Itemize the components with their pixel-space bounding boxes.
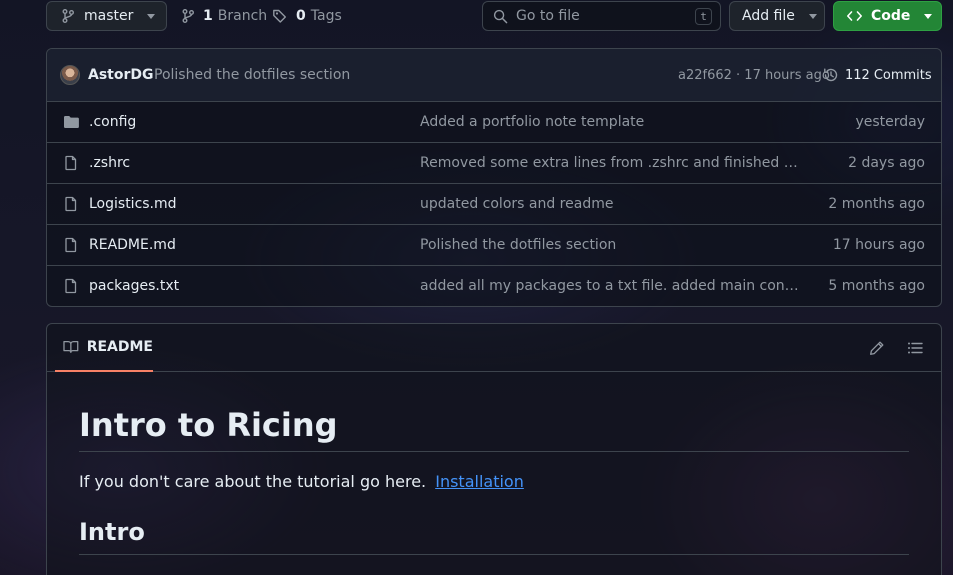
pencil-icon[interactable] xyxy=(869,340,885,356)
list-unordered-icon[interactable] xyxy=(907,340,923,356)
commits-label: Commits xyxy=(873,67,932,83)
chevron-down-icon xyxy=(808,13,817,19)
branch-selector-button[interactable]: master xyxy=(46,1,167,31)
file-commit-date: 2 days ago xyxy=(848,155,925,171)
readme-heading: Intro to Ricing xyxy=(79,405,909,452)
code-icon xyxy=(847,11,862,21)
readme-paragraph: If you don't care about the tutorial go … xyxy=(79,470,909,494)
file-icon xyxy=(65,237,77,253)
go-to-file-input[interactable]: Go to file t xyxy=(482,1,721,31)
branch-name: master xyxy=(84,8,134,24)
latest-commit-bar: AstorDG Polished the dotfiles section a2… xyxy=(47,49,941,102)
folder-icon xyxy=(64,116,79,128)
file-commit-message[interactable]: added all my packages to a txt file. add… xyxy=(420,278,805,294)
file-commit-date: 5 months ago xyxy=(828,278,925,294)
file-listing: AstorDG Polished the dotfiles section a2… xyxy=(46,48,942,307)
readme-paragraph-text: If you don't care about the tutorial go … xyxy=(79,472,427,491)
readme-tab-label: README xyxy=(86,339,153,355)
book-icon xyxy=(63,340,79,354)
file-name[interactable]: packages.txt xyxy=(89,278,179,294)
readme-body: Intro to Ricing If you don't care about … xyxy=(79,372,909,555)
commits-link[interactable]: 112 Commits xyxy=(823,67,932,83)
file-commit-date: yesterday xyxy=(855,114,925,130)
file-row[interactable]: Logistics.md updated colors and readme 2… xyxy=(47,184,941,225)
add-file-button[interactable]: Add file xyxy=(729,1,825,31)
tag-count: 0 xyxy=(296,8,306,24)
avatar[interactable] xyxy=(60,65,80,85)
file-commit-date: 2 months ago xyxy=(828,196,925,212)
commit-hash-time[interactable]: a22f662 · 17 hours ago xyxy=(678,68,830,83)
file-name[interactable]: Logistics.md xyxy=(89,196,177,212)
git-branch-icon xyxy=(182,9,194,23)
tag-label: Tags xyxy=(310,8,342,24)
file-commit-message[interactable]: Removed some extra lines from .zshrc and… xyxy=(420,155,805,171)
git-branch-icon xyxy=(62,9,74,23)
file-commit-message[interactable]: Added a portfolio note template xyxy=(420,114,805,130)
installation-link[interactable]: Installation xyxy=(435,472,524,491)
file-icon xyxy=(65,278,77,294)
file-name[interactable]: .config xyxy=(89,114,136,130)
file-row[interactable]: packages.txt added all my packages to a … xyxy=(47,266,941,306)
file-icon xyxy=(65,155,77,171)
readme-subheading: Intro xyxy=(79,516,909,555)
branch-label: Branch xyxy=(217,8,268,24)
commits-count: 112 xyxy=(845,67,870,83)
file-icon xyxy=(65,196,77,212)
go-to-file-placeholder: Go to file xyxy=(516,8,580,24)
file-name[interactable]: README.md xyxy=(89,237,176,253)
chevron-down-icon xyxy=(147,13,156,19)
readme-tab[interactable]: README xyxy=(55,324,153,372)
file-row[interactable]: README.md Polished the dotfiles section … xyxy=(47,225,941,266)
code-button[interactable]: Code xyxy=(833,1,942,31)
add-file-label: Add file xyxy=(742,8,795,24)
file-name[interactable]: .zshrc xyxy=(89,155,130,171)
commit-message[interactable]: Polished the dotfiles section xyxy=(154,67,350,83)
tags-link[interactable]: 0 Tags xyxy=(272,8,342,24)
branch-count: 1 xyxy=(203,8,213,24)
file-commit-message[interactable]: Polished the dotfiles section xyxy=(420,237,805,253)
tag-icon xyxy=(273,9,286,23)
branches-link[interactable]: 1 Branch xyxy=(180,8,267,24)
chevron-down-icon xyxy=(924,13,933,19)
code-label: Code xyxy=(871,8,911,24)
keyboard-shortcut-badge: t xyxy=(695,8,712,25)
file-commit-date: 17 hours ago xyxy=(832,237,925,253)
file-row[interactable]: .zshrc Removed some extra lines from .zs… xyxy=(47,143,941,184)
commit-author[interactable]: AstorDG xyxy=(88,67,154,83)
file-row[interactable]: .config Added a portfolio note template … xyxy=(47,102,941,143)
file-commit-message[interactable]: updated colors and readme xyxy=(420,196,805,212)
readme-panel: README Intro to Ricing If you don't care… xyxy=(46,323,942,575)
readme-header: README xyxy=(47,324,941,372)
history-icon xyxy=(824,68,838,82)
search-icon xyxy=(493,9,508,23)
